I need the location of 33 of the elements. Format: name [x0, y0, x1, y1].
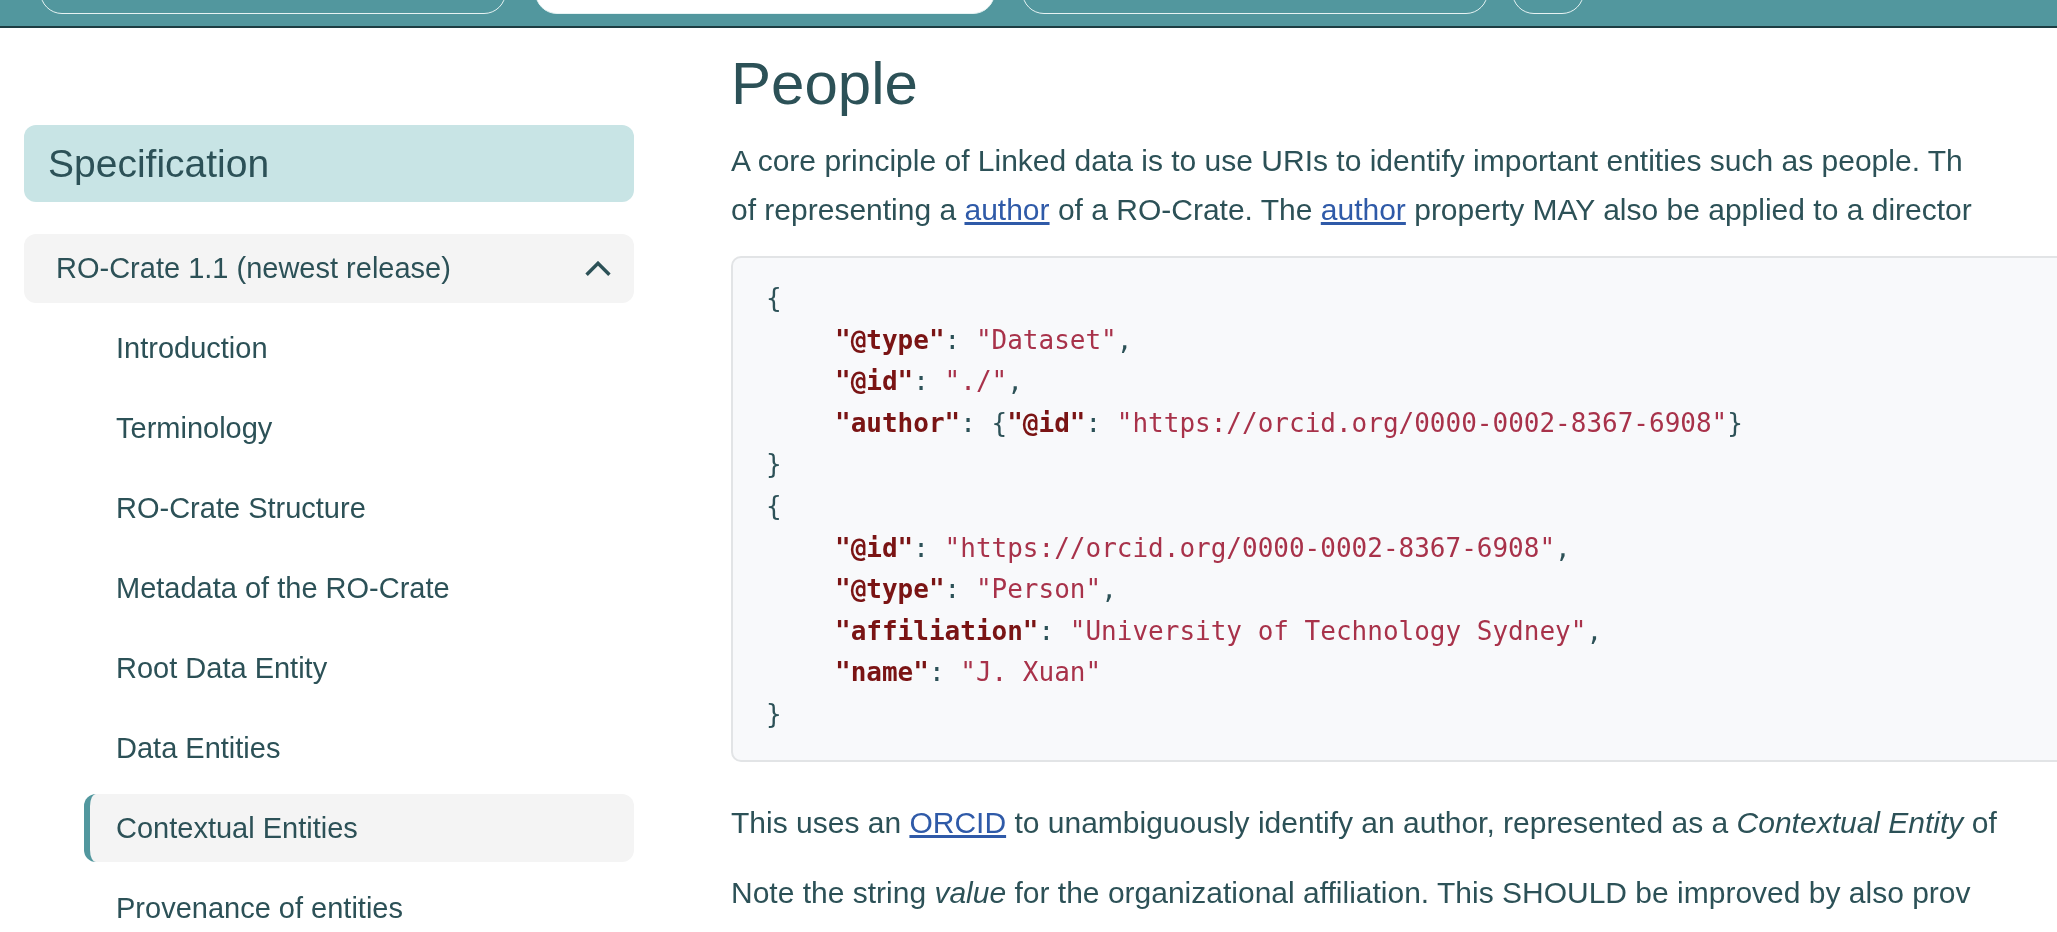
code-line: "@type": "Person",	[834, 573, 1118, 607]
sidebar-link[interactable]: RO-Crate Structure	[84, 474, 634, 542]
sidebar-link[interactable]: Introduction	[84, 314, 634, 382]
page-heading: People	[731, 49, 919, 119]
code-line: "@id": "https://orcid.org/0000-0002-8367-6908",	[834, 531, 1572, 565]
code-line: "affiliation": "University of Technology Sydney",	[834, 614, 1604, 648]
code-line: {	[766, 282, 783, 315]
code-line: "@id": "./",	[834, 365, 1024, 399]
paragraph-text: This uses an	[731, 805, 903, 839]
code-line: }	[766, 448, 783, 482]
sidebar-heading: Specification	[24, 125, 634, 202]
author-link[interactable]: author	[1320, 193, 1406, 226]
sidebar-link[interactable]: Root Data Entity	[84, 634, 634, 702]
paragraph-text: property MAY also be applied to a director	[1413, 193, 1972, 226]
paragraph-text: Note the string value for the organizational affiliation. This SHOULD be improved by also prov	[731, 875, 1971, 909]
code-line: "@type": "Dataset",	[834, 323, 1134, 357]
paragraph-text: to unambiguously identify an author, represented as a Contextual Entity of	[1013, 805, 1997, 839]
section-toggle[interactable]: RO-Crate 1.1 (newest release)	[24, 234, 634, 303]
code-line: "name": "J. Xuan"	[834, 656, 1103, 690]
paragraph-text: A core principle of Linked data is to use URIs to identify important entities such as people. Th	[731, 144, 1963, 177]
sidebar-link[interactable]: Provenance of entities	[84, 874, 634, 932]
code-line: {	[766, 489, 783, 523]
orcid-link[interactable]: ORCID	[909, 805, 1007, 839]
sidebar-link[interactable]: Metadata of the RO-Crate	[84, 554, 634, 622]
chevron-icon	[584, 260, 612, 277]
sidebar-link[interactable]: Contextual Entities	[84, 794, 634, 862]
code-line: }	[766, 697, 783, 731]
paragraph-text: of representing a	[731, 193, 958, 226]
sidebar-link[interactable]: Terminology	[84, 394, 634, 462]
paragraph-text: of a RO-Crate. The	[1056, 193, 1314, 226]
sidebar-link[interactable]: Data Entities	[84, 714, 634, 782]
code-line: "author": {"@id": "https://orcid.org/0000-0002-8367-6908"}	[834, 406, 1744, 440]
author-link[interactable]: author	[964, 193, 1050, 226]
